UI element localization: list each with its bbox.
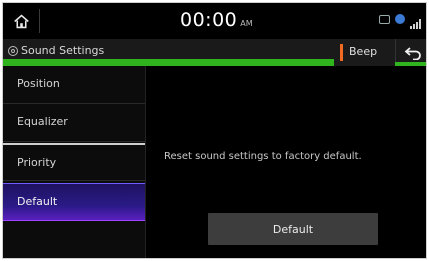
sidebar-item-label: Default: [17, 195, 58, 208]
signal-icon: [410, 14, 422, 29]
sidebar-item-label: Position: [17, 77, 60, 90]
default-button[interactable]: Default: [208, 213, 378, 245]
clock: 00:00 AM: [180, 9, 253, 33]
status-bar: 00:00 AM: [3, 3, 426, 39]
gear-icon: [8, 45, 18, 56]
back-arrow-icon: [404, 46, 421, 60]
network-icon: [395, 14, 405, 24]
beep-indicator: [340, 44, 343, 61]
home-icon: [13, 14, 29, 28]
reset-message: Reset sound settings to factory default.: [164, 151, 362, 162]
beep-button[interactable]: Beep: [334, 39, 395, 66]
sidebar-item-label: Priority: [17, 156, 57, 169]
title-accent-bar: [3, 59, 334, 66]
sidebar-item-priority[interactable]: Priority: [3, 143, 145, 181]
sidebar-item-equalizer[interactable]: Equalizer: [3, 104, 145, 142]
clock-time: 00:00: [180, 9, 238, 31]
status-divider: [39, 9, 40, 33]
sidebar-menu: Position Equalizer Priority Default: [3, 66, 146, 258]
content-panel: Reset sound settings to factory default.…: [146, 66, 426, 258]
sidebar-item-position[interactable]: Position: [3, 66, 145, 104]
head-unit-screen: 00:00 AM Sound Settings Beep Position Eq…: [2, 2, 427, 259]
home-button[interactable]: [3, 3, 39, 39]
clock-ampm: AM: [240, 19, 253, 28]
bluetooth-battery-icon: [379, 14, 390, 24]
sidebar-item-default[interactable]: Default: [3, 183, 145, 221]
title-bar: Sound Settings Beep: [3, 39, 426, 66]
page-title: Sound Settings: [8, 44, 104, 57]
status-icons: [379, 14, 422, 29]
page-title-label: Sound Settings: [21, 44, 105, 57]
beep-label: Beep: [349, 45, 378, 58]
sidebar-item-label: Equalizer: [17, 115, 68, 128]
